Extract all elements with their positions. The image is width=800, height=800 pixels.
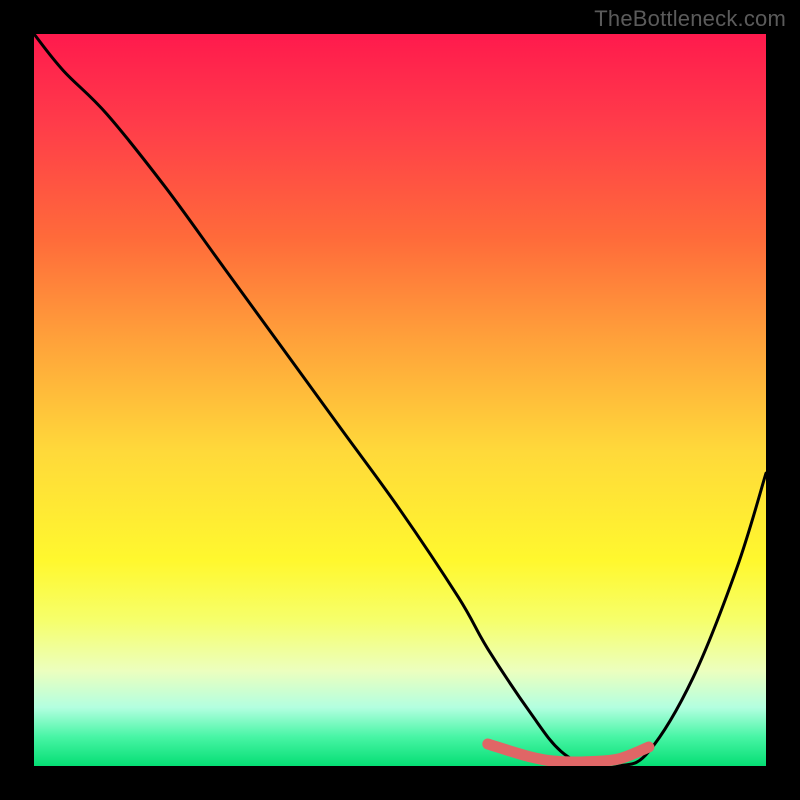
chart-svg — [34, 34, 766, 766]
bottleneck-curve-path — [34, 34, 766, 766]
chart-frame: TheBottleneck.com — [0, 0, 800, 800]
attribution-label: TheBottleneck.com — [594, 6, 786, 32]
recommended-zone-path — [488, 744, 649, 762]
